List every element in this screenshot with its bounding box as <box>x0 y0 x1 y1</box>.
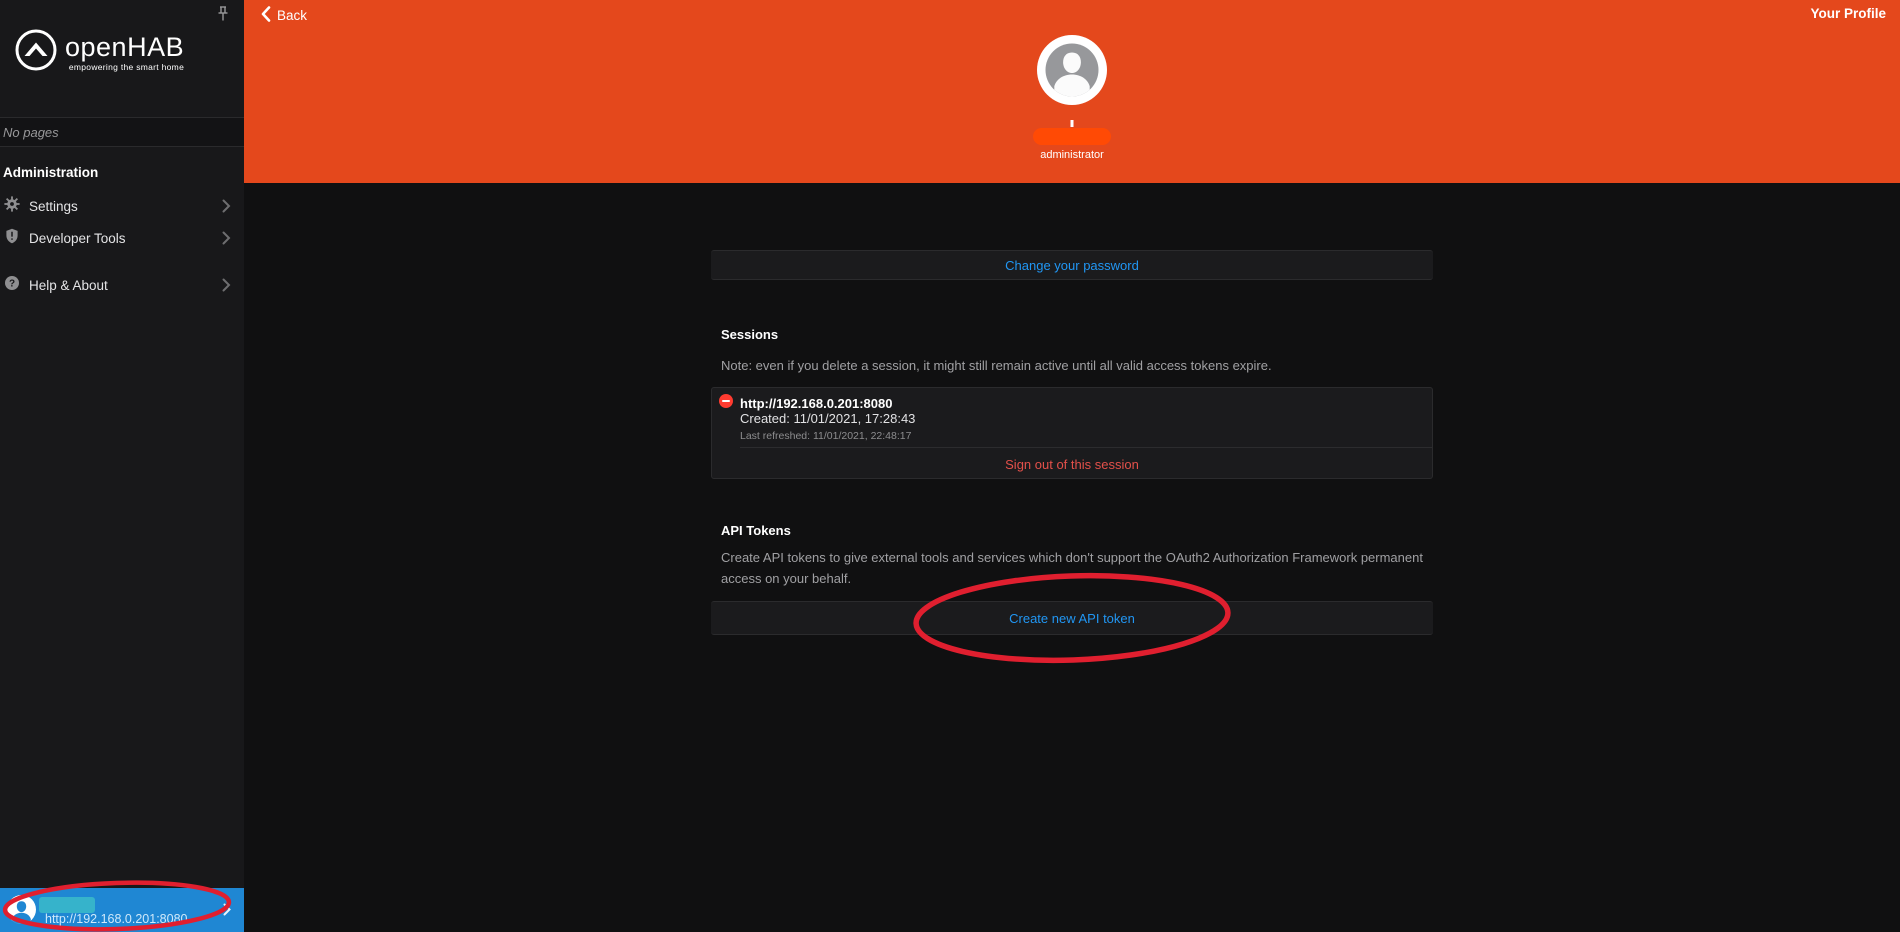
username-redaction <box>1033 128 1111 145</box>
api-tokens-section-title: API Tokens <box>721 523 791 538</box>
sidebar-item-label: Developer Tools <box>29 231 213 246</box>
gear-icon <box>4 196 20 217</box>
profile-header: Back Your Profile administrator <box>244 0 1900 183</box>
sidebar-item-settings[interactable]: Settings <box>0 190 244 222</box>
svg-text:?: ? <box>9 278 15 289</box>
chevron-right-icon <box>222 199 231 213</box>
sidebar: openHAB empowering the smart home No pag… <box>0 0 244 932</box>
chevron-left-icon <box>261 6 271 25</box>
session-last-refreshed: Last refreshed: 11/01/2021, 22:48:17 <box>740 430 911 442</box>
account-name-redaction <box>39 897 95 913</box>
openhab-logo: openHAB empowering the smart home <box>14 28 184 77</box>
delete-session-icon[interactable] <box>719 394 733 413</box>
page-title: Your Profile <box>1810 6 1886 21</box>
shield-exclamation-icon <box>4 228 20 249</box>
chevron-right-icon <box>222 278 231 292</box>
user-avatar <box>1037 35 1107 105</box>
change-password-row[interactable]: Change your password <box>711 250 1433 280</box>
account-server-url: http://192.168.0.201:8080 <box>45 912 188 926</box>
api-tokens-description: Create API tokens to give external tools… <box>721 547 1451 589</box>
no-pages-label: No pages <box>0 117 244 147</box>
pin-sidebar-icon[interactable] <box>215 5 233 25</box>
session-url: http://192.168.0.201:8080 <box>740 396 892 411</box>
sign-out-session-link[interactable]: Sign out of this session <box>1005 457 1139 472</box>
sidebar-item-label: Help & About <box>29 278 213 293</box>
sidebar-item-label: Settings <box>29 199 213 214</box>
brand-name: openHAB <box>65 34 184 61</box>
sign-out-session-row[interactable]: Sign out of this session <box>712 448 1432 480</box>
session-created: Created: 11/01/2021, 17:28:43 <box>740 411 915 426</box>
sidebar-item-developer-tools[interactable]: Developer Tools <box>0 222 244 254</box>
account-server-item[interactable]: http://192.168.0.201:8080 <box>0 888 244 932</box>
profile-identity: administrator <box>972 0 1172 183</box>
back-label: Back <box>277 8 307 23</box>
sidebar-item-help-about[interactable]: ? Help & About <box>0 269 244 301</box>
openhab-profile-page: openHAB empowering the smart home No pag… <box>0 0 1900 932</box>
change-password-link[interactable]: Change your password <box>1005 258 1139 273</box>
back-button[interactable]: Back <box>261 6 307 25</box>
session-card: http://192.168.0.201:8080 Created: 11/01… <box>711 387 1433 479</box>
user-role-label: administrator <box>1040 149 1104 161</box>
username-tick-mark <box>1071 120 1074 127</box>
sidebar-section-administration: Administration <box>0 165 98 180</box>
profile-content: Change your password Sessions Note: even… <box>244 183 1900 932</box>
brand-tagline: empowering the smart home <box>65 62 184 72</box>
question-circle-icon: ? <box>4 275 20 296</box>
create-api-token-link[interactable]: Create new API token <box>1009 611 1135 626</box>
chevron-right-icon <box>222 231 231 245</box>
sessions-note: Note: even if you delete a session, it m… <box>721 355 1451 376</box>
openhab-logo-icon <box>14 28 58 77</box>
chevron-right-icon <box>223 903 231 921</box>
account-avatar <box>7 895 36 924</box>
sessions-section-title: Sessions <box>721 327 778 342</box>
create-api-token-row[interactable]: Create new API token <box>711 601 1433 635</box>
